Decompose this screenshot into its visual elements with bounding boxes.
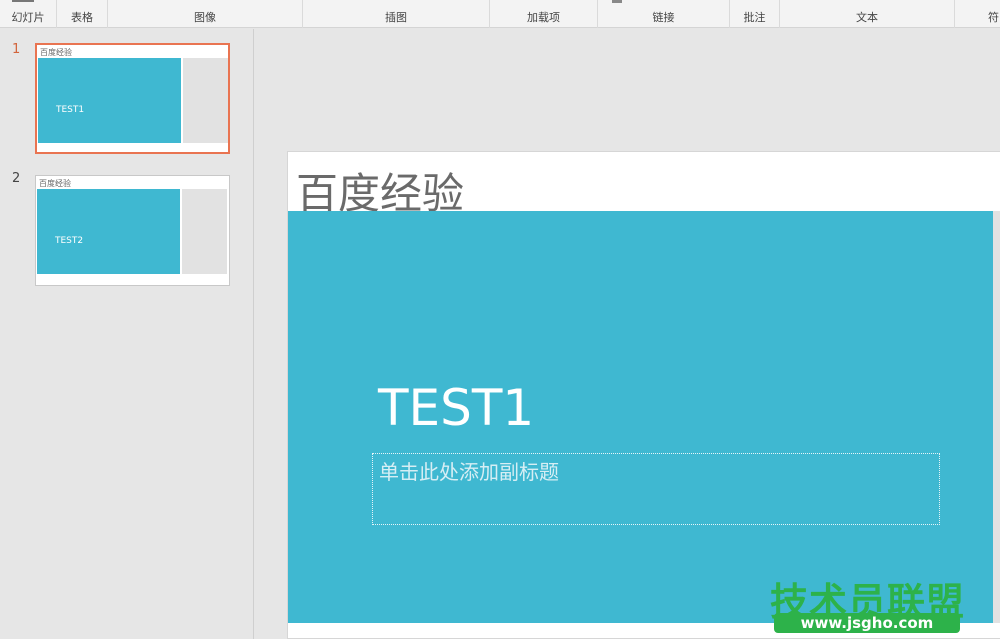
thumbnail-number: 1: [12, 42, 21, 57]
ribbon-group-label: 符: [988, 11, 999, 24]
ribbon-group-label: 图像: [194, 11, 216, 24]
watermark-logo: 技术员联盟 www.jsgho.com: [770, 571, 964, 635]
ribbon-group-label: 幻灯片: [11, 11, 45, 24]
ribbon-group-label: 加载项: [527, 11, 560, 24]
slide-canvas[interactable]: 百度经验 TEST1 单击此处添加副标题: [287, 151, 1000, 639]
thumbnail-title: 百度经验: [40, 48, 72, 57]
thumbnail-band: TEST1: [38, 58, 181, 143]
ribbon-group-illustrations[interactable]: 插图: [303, 0, 490, 28]
slide-thumbnail-pane[interactable]: 1 百度经验 TEST1 2 百度经验 TEST2: [0, 29, 254, 639]
ribbon-group-label: 表格: [71, 11, 93, 24]
slide-side-strip: [993, 211, 1000, 623]
ribbon-group-text[interactable]: 文本: [780, 0, 955, 28]
thumbnail-side-strip: [182, 189, 227, 274]
ribbon-group-images[interactable]: 图像: [108, 0, 303, 28]
thumbnail-number: 2: [12, 171, 21, 186]
thumbnail-band: TEST2: [37, 189, 180, 274]
powerpoint-window: 幻灯片 表格 图像 插图 加载项 链接 批注 文本 符 1 百度经验 TEST1…: [0, 0, 1000, 639]
thumbnail-title: 百度经验: [39, 179, 71, 188]
thumbnail-side-strip: [183, 58, 228, 143]
ribbon-group-symbols[interactable]: 符: [955, 0, 1000, 28]
slide-thumbnail-1[interactable]: 百度经验 TEST1: [35, 43, 230, 154]
ribbon-group-slides[interactable]: 幻灯片: [0, 0, 57, 28]
slide-thumbnail-2[interactable]: 百度经验 TEST2: [35, 175, 230, 286]
slide-heading[interactable]: TEST1: [378, 379, 534, 437]
watermark-url: www.jsgho.com: [774, 613, 960, 633]
ribbon-group-label: 批注: [743, 11, 766, 24]
subtitle-placeholder-box[interactable]: 单击此处添加副标题: [372, 453, 940, 525]
thumbnail-heading: TEST2: [55, 236, 84, 246]
thumbnail-heading: TEST1: [56, 105, 85, 115]
ribbon-group-comments[interactable]: 批注: [730, 0, 780, 28]
ribbon-group-label: 链接: [652, 11, 675, 24]
ribbon-group-label: 文本: [856, 11, 878, 24]
ribbon: 幻灯片 表格 图像 插图 加载项 链接 批注 文本 符: [0, 0, 1000, 28]
ribbon-group-tables[interactable]: 表格: [57, 0, 108, 28]
ribbon-group-label: 插图: [385, 11, 407, 24]
ribbon-group-links[interactable]: 链接: [598, 0, 730, 28]
ribbon-group-addins[interactable]: 加载项: [490, 0, 598, 28]
subtitle-placeholder-text: 单击此处添加副标题: [379, 460, 559, 484]
